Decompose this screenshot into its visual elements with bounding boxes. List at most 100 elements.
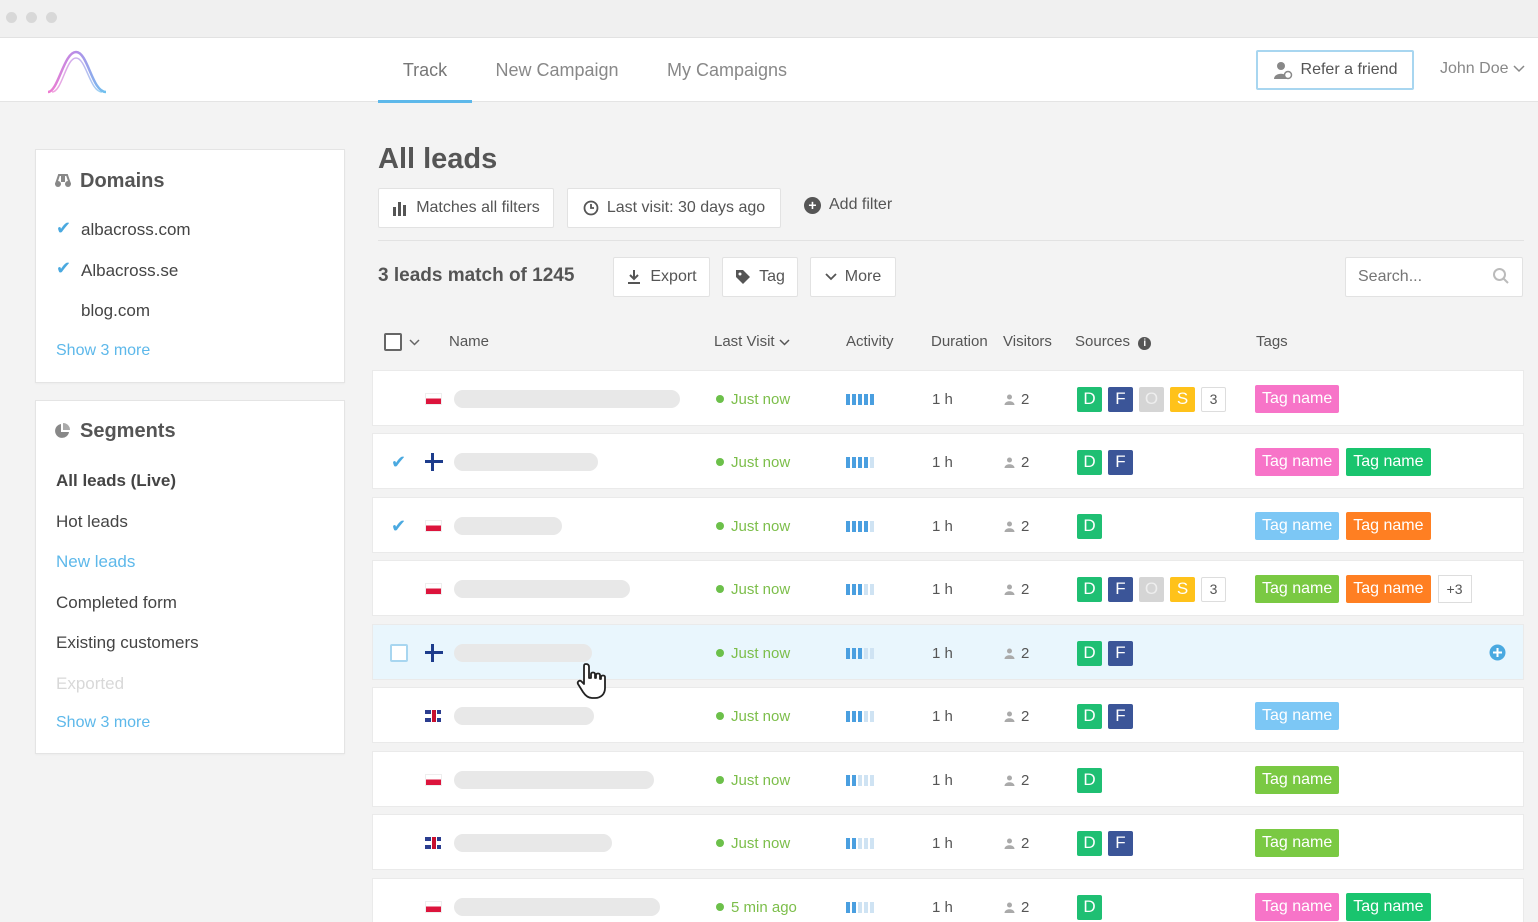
lead-name-placeholder[interactable] (454, 517, 562, 535)
source-badge-d[interactable]: D (1077, 640, 1102, 666)
segment-item-hot-leads[interactable]: Hot leads (56, 512, 128, 532)
more-button[interactable]: More (810, 257, 896, 297)
more-tags-badge[interactable]: +3 (1437, 575, 1472, 603)
segment-item-exported: Exported (56, 674, 125, 693)
source-badge-f[interactable]: F (1108, 640, 1133, 666)
activity-meter (846, 752, 874, 808)
check-icon[interactable]: ✔ (391, 498, 406, 554)
table-row[interactable]: Just now 1 h 2 DF (372, 624, 1524, 680)
window-minimize-dot[interactable] (26, 12, 37, 23)
tag-chip[interactable]: Tag name (1346, 575, 1431, 603)
tag-chip[interactable]: Tag name (1255, 512, 1340, 540)
tag-chip[interactable]: Tag name (1255, 893, 1340, 921)
divider (378, 240, 1524, 241)
lead-name-placeholder[interactable] (454, 771, 654, 789)
source-badge-d[interactable]: D (1077, 767, 1102, 793)
tag-chip[interactable]: Tag name (1255, 385, 1340, 413)
source-badge-s[interactable]: S (1170, 386, 1195, 412)
lead-name-placeholder[interactable] (454, 644, 592, 662)
source-badge-d[interactable]: D (1077, 449, 1102, 475)
source-badge-d[interactable]: D (1077, 894, 1102, 920)
segment-item-completed-form[interactable]: Completed form (56, 593, 177, 613)
column-last-visit[interactable]: Last Visit (714, 333, 790, 350)
column-visitors[interactable]: Visitors (1003, 333, 1052, 350)
segment-item-new-leads[interactable]: New leads (56, 552, 135, 572)
select-all-checkbox[interactable] (384, 333, 402, 351)
source-badge-f[interactable]: F (1108, 576, 1133, 602)
check-icon: ✔ (56, 258, 72, 278)
last-visit-filter-button[interactable]: Last visit: 30 days ago (567, 188, 781, 228)
source-badge-d[interactable]: D (1077, 513, 1102, 539)
column-tags[interactable]: Tags (1256, 333, 1288, 350)
tag-chip[interactable]: Tag name (1346, 893, 1431, 921)
info-icon[interactable]: i (1138, 337, 1152, 350)
source-badge-d[interactable]: D (1077, 576, 1102, 602)
search-icon[interactable] (1492, 267, 1510, 285)
source-badge-f[interactable]: F (1108, 386, 1133, 412)
table-row[interactable]: 5 min ago 1 h 2 D Tag name Tag name (372, 878, 1524, 922)
export-button[interactable]: Export (613, 257, 710, 297)
table-row[interactable]: Just now 1 h 2 D F Tag name (372, 687, 1524, 743)
refer-friend-button[interactable]: Refer a friend (1256, 50, 1414, 90)
domain-item-albacross-com[interactable]: albacross.com (81, 220, 191, 240)
source-badge-f[interactable]: F (1108, 830, 1133, 856)
tab-new-campaign[interactable]: New Campaign (494, 38, 620, 102)
table-row[interactable]: Just now 1 h 2 D F Tag name (372, 814, 1524, 870)
segment-item-existing-customers[interactable]: Existing customers (56, 633, 199, 653)
match-filters-button[interactable]: Matches all filters (378, 188, 554, 228)
column-duration[interactable]: Duration (931, 333, 988, 350)
lead-name-placeholder[interactable] (454, 580, 630, 598)
check-icon[interactable]: ✔ (391, 434, 406, 490)
source-badge-o[interactable]: O (1139, 576, 1164, 602)
window-close-dot[interactable] (6, 12, 17, 23)
chevron-down-icon[interactable] (409, 339, 420, 346)
table-row[interactable]: Just now 1 h 2 D F O S 3 Tag name (372, 370, 1524, 426)
country-flag-icon (425, 688, 443, 744)
source-badge-f[interactable]: F (1108, 703, 1133, 729)
window-maximize-dot[interactable] (46, 12, 57, 23)
source-badge-d[interactable]: D (1077, 830, 1102, 856)
activity-bar (864, 647, 868, 659)
tag-icon (736, 270, 751, 284)
lead-name-placeholder[interactable] (454, 834, 612, 852)
activity-bar (864, 901, 868, 913)
column-sources[interactable]: Sources i (1075, 333, 1152, 350)
lead-name-placeholder[interactable] (454, 390, 680, 408)
tag-chip[interactable]: Tag name (1346, 448, 1431, 476)
source-badge-d[interactable]: D (1077, 386, 1102, 412)
tag-chip[interactable]: Tag name (1346, 512, 1431, 540)
add-filter-button[interactable]: + Add filter (804, 196, 892, 214)
table-row[interactable]: Just now 1 h 2 D F O S 3 Tag name Tag name +3 (372, 560, 1524, 616)
source-badge-f[interactable]: F (1108, 449, 1133, 475)
domains-show-more-link[interactable]: Show 3 more (56, 342, 150, 360)
table-row[interactable]: Just now 1 h 2 D Tag name (372, 751, 1524, 807)
column-name[interactable]: Name (449, 333, 489, 350)
tag-chip[interactable]: Tag name (1255, 575, 1340, 603)
app-logo[interactable] (44, 46, 114, 98)
lead-name-placeholder[interactable] (454, 707, 594, 725)
lead-name-placeholder[interactable] (454, 898, 660, 916)
tab-track[interactable]: Track (378, 38, 472, 103)
domain-item-albacross-se[interactable]: Albacross.se (81, 261, 178, 281)
more-sources-badge[interactable]: 3 (1201, 576, 1226, 602)
source-badge-d[interactable]: D (1077, 703, 1102, 729)
more-sources-badge[interactable]: 3 (1201, 386, 1226, 412)
source-badge-s[interactable]: S (1170, 576, 1195, 602)
tag-chip[interactable]: Tag name (1255, 766, 1340, 794)
source-badge-o[interactable]: O (1139, 386, 1164, 412)
tag-chip[interactable]: Tag name (1255, 448, 1340, 476)
tag-chip[interactable]: Tag name (1255, 829, 1340, 857)
tag-button[interactable]: Tag (722, 257, 798, 297)
row-checkbox[interactable] (390, 625, 408, 681)
tab-my-campaigns[interactable]: My Campaigns (664, 38, 790, 102)
segments-show-more-link[interactable]: Show 3 more (56, 714, 150, 732)
user-menu[interactable]: John Doe (1440, 60, 1525, 78)
table-row[interactable]: ✔ Just now 1 h 2 D F Tag name Tag name (372, 433, 1524, 489)
add-circle-icon[interactable] (1489, 644, 1506, 661)
table-row[interactable]: ✔ Just now 1 h 2 D Tag name Tag name (372, 497, 1524, 553)
tag-chip[interactable]: Tag name (1255, 702, 1340, 730)
lead-name-placeholder[interactable] (454, 453, 598, 471)
segment-item-all-leads[interactable]: All leads (Live) (56, 471, 176, 491)
domain-item-blog-com[interactable]: blog.com (81, 301, 150, 321)
column-activity[interactable]: Activity (846, 333, 894, 350)
